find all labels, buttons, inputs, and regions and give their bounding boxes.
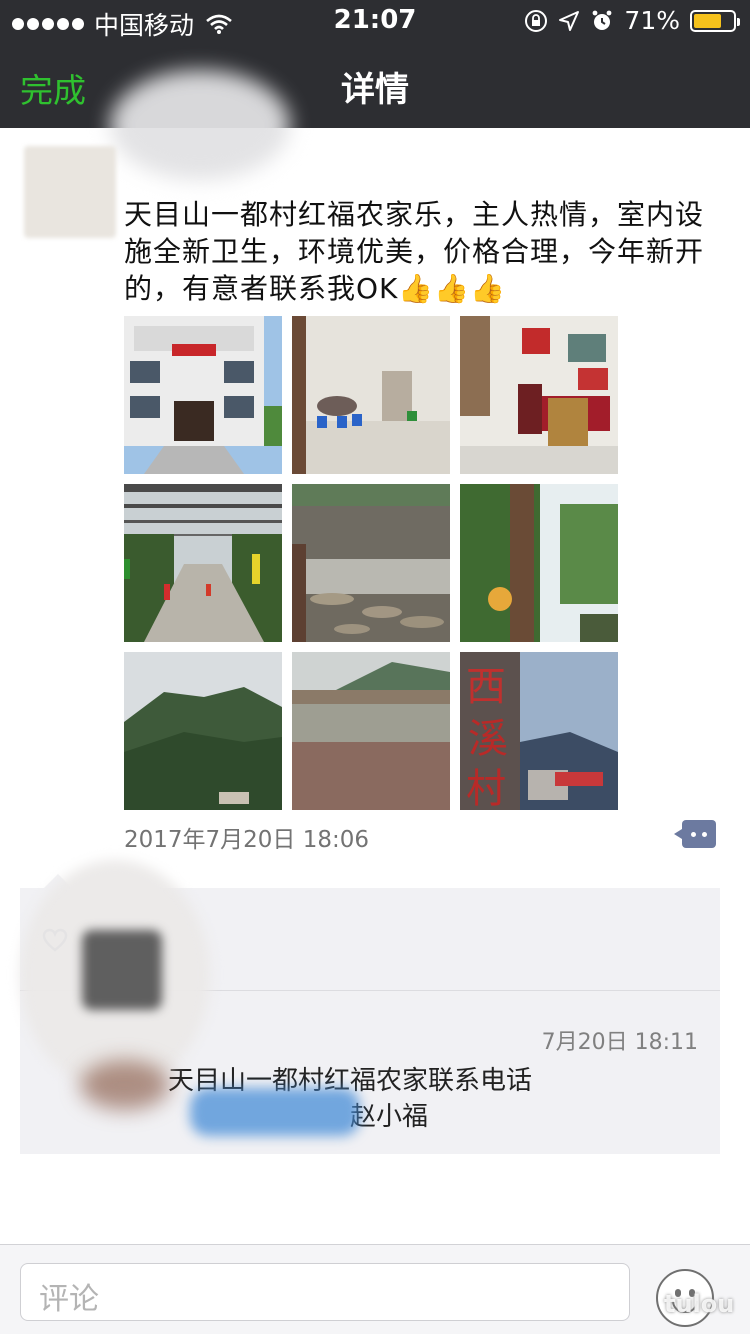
top-bar: 中国移动 21:07 71% 完成 详情	[0, 0, 750, 128]
thumbs-up-emoji: 👍👍👍	[398, 272, 506, 305]
photo-fruit-tree[interactable]	[460, 484, 618, 642]
photo-stream-stones[interactable]	[292, 484, 450, 642]
photo-village-sign[interactable]: 西 溪 村	[460, 652, 618, 810]
status-bar: 中国移动 21:07 71%	[0, 0, 750, 40]
photo-mountains[interactable]	[124, 652, 282, 810]
page-title: 详情	[341, 70, 409, 110]
comment-contact-name: 赵小福	[350, 1102, 429, 1132]
battery-icon	[690, 9, 740, 32]
photo-grid: 西 溪 村	[124, 316, 618, 810]
avatar[interactable]	[24, 146, 116, 238]
photo-lake-bridge[interactable]	[292, 652, 450, 810]
rotation-lock-icon	[525, 9, 548, 32]
alarm-icon	[593, 10, 612, 30]
photo-covered-walkway[interactable]	[124, 484, 282, 642]
comment-input-bar: 评论	[0, 1244, 750, 1334]
post-content: 天目山一都村红福农家乐，主人热情，室内设施全新卫生，环境优美，价格合理，今年新开…	[124, 196, 724, 307]
status-right: 71%	[524, 6, 740, 35]
photo-living-room[interactable]	[460, 316, 618, 474]
privacy-blur	[82, 930, 162, 1010]
privacy-blur	[190, 1088, 360, 1136]
location-icon	[559, 10, 580, 31]
battery-fill	[694, 13, 721, 28]
battery-percent: 71%	[624, 6, 680, 35]
svg-text:西: 西	[466, 664, 506, 710]
svg-text:村: 村	[466, 766, 506, 810]
photo-dining-hall[interactable]	[292, 316, 450, 474]
svg-text:溪: 溪	[468, 716, 508, 762]
post-timestamp: 2017年7月20日 18:06	[124, 827, 370, 853]
photo-farmhouse-exterior[interactable]	[124, 316, 282, 474]
comment-time: 7月20日 18:11	[541, 1030, 698, 1055]
privacy-blur	[110, 70, 290, 180]
privacy-blur	[80, 1060, 170, 1110]
comment-action-button[interactable]	[674, 820, 716, 848]
comment-input[interactable]: 评论	[20, 1263, 630, 1321]
watermark: tulou	[664, 1290, 735, 1318]
